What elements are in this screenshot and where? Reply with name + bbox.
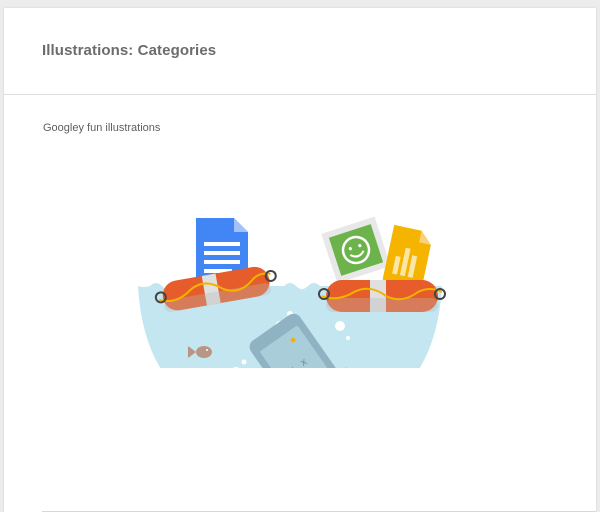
- photo-icon: [321, 216, 391, 284]
- chart-doc-icon: [382, 224, 431, 288]
- illustration-image: x x P: [138, 216, 446, 368]
- life-float-right-icon: [318, 280, 446, 312]
- illustration-card: Illustrations: Categories Googley fun il…: [4, 8, 596, 512]
- card-title: Illustrations: Categories: [42, 42, 217, 59]
- card-header: Illustrations: Categories: [4, 8, 596, 95]
